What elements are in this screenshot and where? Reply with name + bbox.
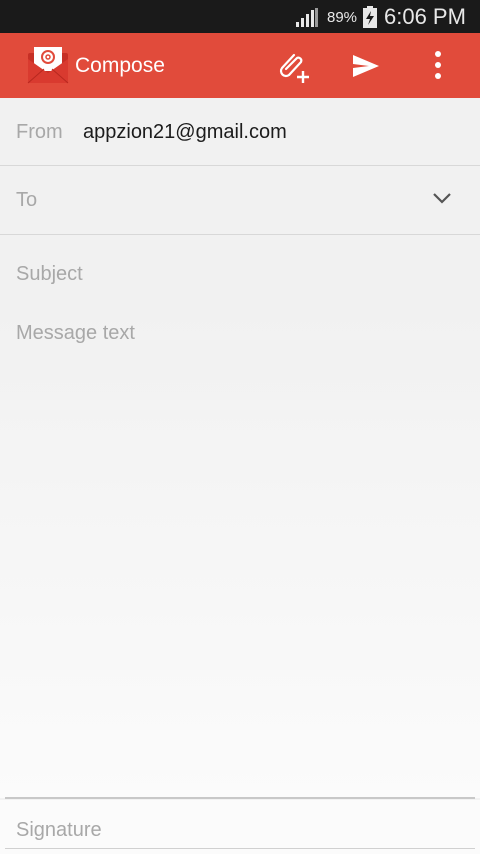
message-placeholder: Message text: [16, 322, 135, 344]
signature-input[interactable]: Signature: [0, 800, 480, 854]
message-textarea[interactable]: Message text: [0, 308, 480, 798]
send-icon[interactable]: [352, 54, 380, 83]
chevron-down-icon[interactable]: [432, 191, 452, 209]
from-value[interactable]: appzion21@gmail.com: [83, 121, 287, 144]
battery-percent: 89%: [327, 9, 358, 26]
overflow-menu-icon[interactable]: [433, 51, 443, 84]
subject-placeholder: Subject: [16, 263, 83, 285]
clock: 6:06 PM: [384, 4, 466, 29]
divider: [5, 797, 475, 799]
to-field[interactable]: To: [0, 166, 480, 235]
page-title: Compose: [75, 54, 165, 77]
status-bar: 89% 6:06 PM: [0, 0, 480, 33]
signature-underline: [5, 848, 475, 849]
app-bar: Compose: [0, 33, 480, 98]
signal-icon: [295, 8, 319, 32]
subject-input[interactable]: Subject: [0, 235, 480, 309]
from-field[interactable]: From appzion21@gmail.com: [0, 98, 480, 166]
compose-form: From appzion21@gmail.com To Subject: [0, 98, 480, 309]
attach-icon[interactable]: [274, 49, 312, 88]
battery-charging-icon: [362, 6, 378, 33]
email-app-icon[interactable]: [26, 45, 70, 90]
signature-placeholder: Signature: [16, 819, 102, 841]
to-label: To: [16, 189, 38, 211]
from-label: From: [16, 121, 63, 143]
